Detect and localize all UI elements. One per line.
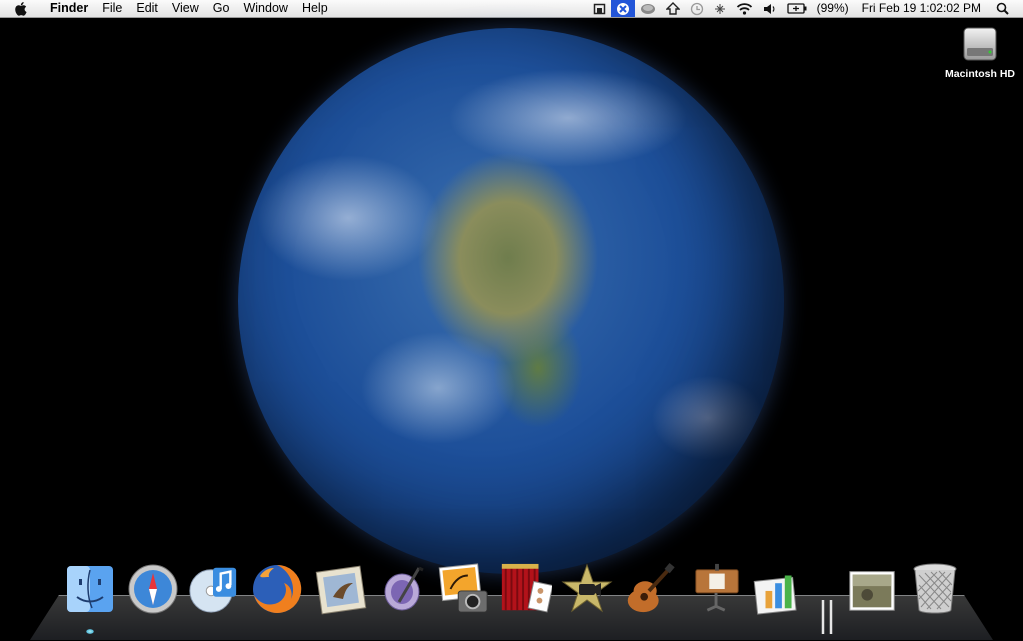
dock-trash-icon[interactable] [908, 562, 962, 616]
dock-itunes-icon[interactable] [186, 562, 240, 616]
dock-mail-icon[interactable] [314, 562, 368, 616]
dock-finder-icon[interactable] [63, 562, 117, 616]
dock-imovie-icon[interactable] [560, 562, 614, 616]
apple-menu-icon[interactable] [14, 1, 30, 16]
time-machine-clock-icon[interactable] [685, 0, 709, 17]
dock [0, 556, 1023, 639]
dock-photo-booth-icon[interactable] [498, 562, 552, 616]
volume-icon[interactable] [758, 0, 782, 17]
menu-edit[interactable]: Edit [129, 0, 165, 17]
menu-go[interactable]: Go [206, 0, 237, 17]
menu-file[interactable]: File [95, 0, 129, 17]
battery-percentage[interactable]: (99%) [812, 0, 854, 17]
menu-bar: Finder File Edit View Go Window Help (99… [0, 0, 1023, 18]
bluetooth-icon[interactable] [709, 0, 731, 17]
dock-keynote-icon[interactable] [690, 562, 744, 616]
earth-wallpaper [238, 28, 784, 574]
dock-ichat-icon[interactable] [377, 562, 431, 616]
dock-iphoto-icon[interactable] [437, 562, 491, 616]
macintosh-hd-label: Macintosh HD [944, 68, 1015, 80]
dock-garageband-icon[interactable] [622, 562, 676, 616]
battery-icon[interactable] [782, 0, 812, 17]
dock-firefox-icon[interactable] [250, 562, 304, 616]
finder-running-indicator [86, 629, 94, 634]
hard-drive-icon [962, 24, 998, 64]
menu-help[interactable]: Help [295, 0, 335, 17]
time-machine-icon[interactable] [661, 0, 685, 17]
front-row-icon[interactable] [588, 0, 611, 17]
spotlight-icon[interactable] [991, 0, 1023, 17]
dock-separator[interactable] [817, 598, 837, 636]
sync-icon[interactable] [635, 0, 661, 17]
menu-extra-icon[interactable] [610, 0, 635, 17]
menu-window[interactable]: Window [236, 0, 294, 17]
menu-view[interactable]: View [165, 0, 206, 17]
wifi-icon[interactable] [731, 0, 758, 17]
dock-safari-icon[interactable] [126, 562, 180, 616]
menu-app-finder[interactable]: Finder [43, 0, 95, 17]
menubar-clock[interactable]: Fri Feb 19 1:02:02 PM [854, 0, 991, 17]
macintosh-hd-icon[interactable]: Macintosh HD [940, 24, 1020, 80]
dock-stack-icon[interactable] [846, 562, 900, 616]
dock-numbers-icon[interactable] [752, 562, 806, 616]
